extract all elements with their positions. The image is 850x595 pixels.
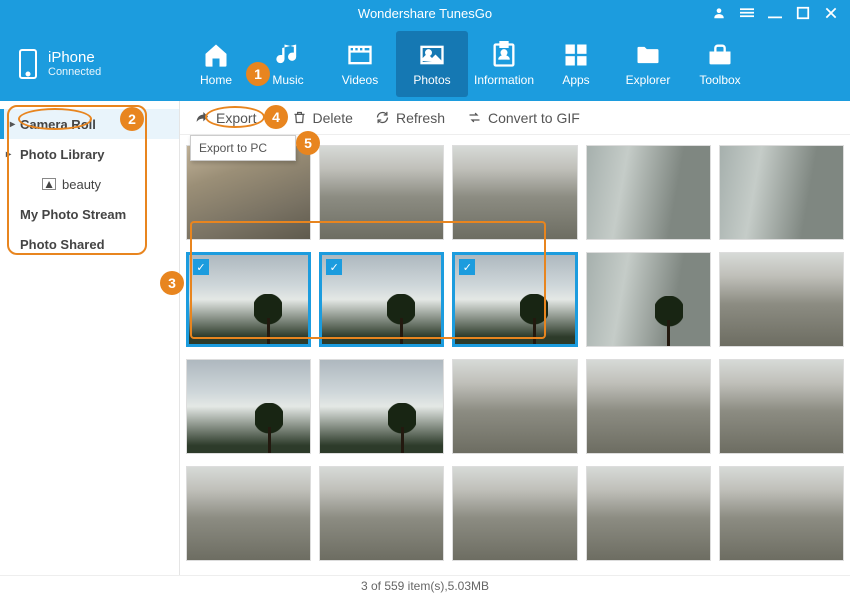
sidebar-item-photo-shared[interactable]: Photo Shared xyxy=(0,229,179,259)
photo-thumb[interactable] xyxy=(719,359,844,454)
phone-icon xyxy=(18,48,38,80)
photo-thumb[interactable] xyxy=(319,466,444,561)
nav-label: Home xyxy=(200,73,232,87)
nav-label: Photos xyxy=(413,73,450,87)
photo-thumb[interactable] xyxy=(586,466,711,561)
photo-thumb[interactable] xyxy=(719,252,844,347)
photos-icon xyxy=(418,41,446,69)
sidebar-item-label: Camera Roll xyxy=(20,117,96,132)
nav-information[interactable]: Information xyxy=(468,31,540,97)
export-menu: Export to PC xyxy=(190,135,296,161)
sidebar-item-label: My Photo Stream xyxy=(20,207,126,222)
photo-thumb[interactable] xyxy=(586,359,711,454)
nav-label: Videos xyxy=(342,73,378,87)
nav-explorer[interactable]: Explorer xyxy=(612,31,684,97)
status-bar: 3 of 559 item(s),5.03MB xyxy=(0,575,850,595)
device-panel[interactable]: iPhone Connected xyxy=(0,26,180,101)
status-text: 3 of 559 item(s),5.03MB xyxy=(361,579,489,593)
toolbar: Export ▾ Delete Refresh Convert to GIF E… xyxy=(180,101,850,135)
nav-label: Music xyxy=(272,73,303,87)
nav-bar: Home Music Videos Photos Information App… xyxy=(180,26,850,101)
toolbox-icon xyxy=(706,41,734,69)
photo-thumb[interactable] xyxy=(452,359,577,454)
photo-thumb[interactable] xyxy=(186,359,311,454)
nav-label: Explorer xyxy=(626,73,671,87)
sidebar-item-label: beauty xyxy=(62,177,101,192)
photo-thumb[interactable] xyxy=(452,145,577,240)
nav-music[interactable]: Music xyxy=(252,31,324,97)
photo-thumb[interactable] xyxy=(319,145,444,240)
check-icon: ✓ xyxy=(326,259,342,275)
sidebar-item-camera-roll[interactable]: ▸ Camera Roll xyxy=(0,109,179,139)
apps-icon xyxy=(562,41,590,69)
nav-apps[interactable]: Apps xyxy=(540,31,612,97)
convert-label: Convert to GIF xyxy=(488,110,580,126)
maximize-icon[interactable] xyxy=(796,6,810,20)
app-title: Wondershare TunesGo xyxy=(358,6,492,21)
export-button[interactable]: Export ▾ xyxy=(194,109,270,126)
check-icon: ✓ xyxy=(193,259,209,275)
image-icon: ▲ xyxy=(42,178,56,190)
sidebar-item-photo-library[interactable]: ▸ Photo Library xyxy=(0,139,179,169)
refresh-icon xyxy=(375,110,390,125)
nav-photos[interactable]: Photos xyxy=(396,31,468,97)
photo-thumb[interactable] xyxy=(319,359,444,454)
sidebar: ▸ Camera Roll ▸ Photo Library ▲ beauty My P… xyxy=(0,101,180,575)
photo-thumb[interactable] xyxy=(719,145,844,240)
convert-icon xyxy=(467,110,482,125)
music-icon xyxy=(274,41,302,69)
chevron-right-icon: ▸ xyxy=(6,149,11,160)
content-area: Export ▾ Delete Refresh Convert to GIF E… xyxy=(180,101,850,575)
window-controls xyxy=(700,0,850,26)
chevron-right-icon: ▸ xyxy=(10,119,15,130)
photo-thumb[interactable] xyxy=(719,466,844,561)
delete-button[interactable]: Delete xyxy=(292,110,353,126)
photo-grid: ✓ ✓ ✓ xyxy=(180,135,850,575)
trash-icon xyxy=(292,110,307,125)
check-icon: ✓ xyxy=(459,259,475,275)
nav-videos[interactable]: Videos xyxy=(324,31,396,97)
folder-icon xyxy=(634,41,662,69)
photo-thumb[interactable] xyxy=(586,252,711,347)
device-status: Connected xyxy=(48,66,101,78)
photo-thumb[interactable] xyxy=(452,466,577,561)
photo-thumb-selected[interactable]: ✓ xyxy=(452,252,577,347)
photo-thumb-selected[interactable]: ✓ xyxy=(186,252,311,347)
video-icon xyxy=(346,41,374,69)
nav-label: Toolbox xyxy=(699,73,740,87)
info-icon xyxy=(490,41,518,69)
export-icon xyxy=(194,110,210,126)
photo-thumb-selected[interactable]: ✓ xyxy=(319,252,444,347)
sidebar-item-beauty[interactable]: ▲ beauty xyxy=(0,169,179,199)
minimize-icon[interactable] xyxy=(768,6,782,20)
nav-toolbox[interactable]: Toolbox xyxy=(684,31,756,97)
export-to-pc-label: Export to PC xyxy=(199,141,267,155)
menu-icon[interactable] xyxy=(740,6,754,20)
refresh-button[interactable]: Refresh xyxy=(375,110,445,126)
delete-label: Delete xyxy=(313,110,353,126)
sidebar-item-label: Photo Library xyxy=(20,147,105,162)
nav-label: Information xyxy=(474,73,534,87)
nav-label: Apps xyxy=(562,73,589,87)
photo-thumb[interactable] xyxy=(586,145,711,240)
export-label: Export xyxy=(216,110,256,126)
refresh-label: Refresh xyxy=(396,110,445,126)
chevron-down-icon: ▾ xyxy=(262,109,269,126)
sidebar-item-label: Photo Shared xyxy=(20,237,105,252)
header: iPhone Connected Home Music Videos Photo… xyxy=(0,26,850,101)
photo-thumb[interactable] xyxy=(186,466,311,561)
export-to-pc-item[interactable]: Export to PC xyxy=(191,136,295,160)
title-bar: Wondershare TunesGo xyxy=(0,0,850,26)
device-name: iPhone xyxy=(48,49,101,66)
close-icon[interactable] xyxy=(824,6,838,20)
convert-gif-button[interactable]: Convert to GIF xyxy=(467,110,580,126)
home-icon xyxy=(202,41,230,69)
sidebar-item-my-photo-stream[interactable]: My Photo Stream xyxy=(0,199,179,229)
nav-home[interactable]: Home xyxy=(180,31,252,97)
user-icon[interactable] xyxy=(712,6,726,20)
